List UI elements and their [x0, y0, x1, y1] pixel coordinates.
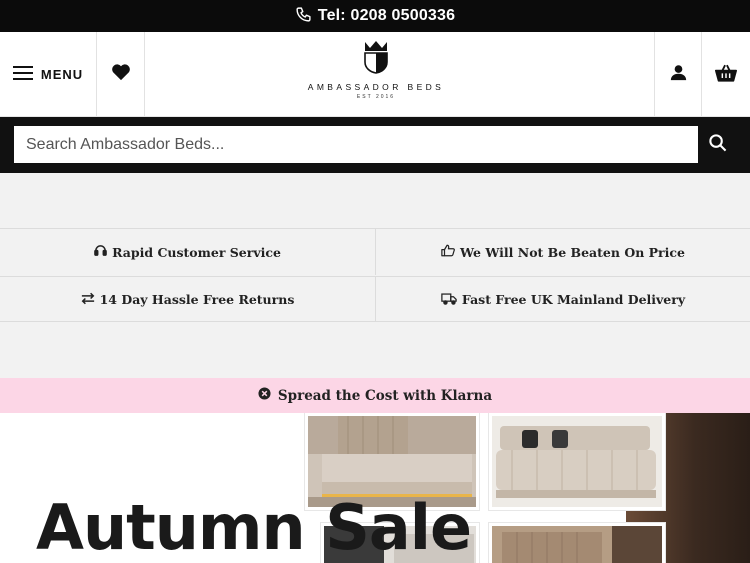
menu-label: MENU: [40, 66, 84, 82]
usp-label: Rapid Customer Service: [112, 244, 281, 260]
hamburger-icon: [12, 65, 33, 84]
usp-label: We Will Not Be Beaten On Price: [460, 244, 685, 260]
usp-item: Rapid Customer Service: [0, 229, 375, 275]
logo-name: AMBASSADOR BEDS: [307, 82, 445, 92]
usp-section: Rapid Customer Service We Will Not Be Be…: [0, 173, 750, 378]
search-bar: [0, 117, 750, 173]
crown-shield-icon: [363, 40, 389, 78]
heart-icon: [111, 63, 131, 85]
hero-banner[interactable]: Autumn Sale: [0, 413, 750, 563]
basket-button[interactable]: [701, 32, 750, 116]
usp-grid: Rapid Customer Service We Will Not Be Be…: [0, 228, 750, 322]
site-header: MENU AMBASSADOR BEDS EST 2016: [0, 32, 750, 117]
search-input[interactable]: [14, 126, 698, 163]
klarna-badge-icon: [258, 387, 271, 404]
top-phone-bar: Tel: 0208 0500336: [0, 0, 750, 32]
phone-icon: [295, 6, 312, 27]
menu-button[interactable]: MENU: [0, 32, 97, 116]
headset-icon: [94, 244, 107, 260]
usp-item: 14 Day Hassle Free Returns: [0, 276, 375, 322]
thumbs-up-icon: [441, 244, 455, 260]
headboard-product-image: [492, 526, 662, 563]
exchange-icon: [81, 292, 95, 308]
usp-label: 14 Day Hassle Free Returns: [99, 292, 295, 307]
hero-title: Autumn Sale: [36, 491, 472, 563]
usp-label: Fast Free UK Mainland Delivery: [461, 292, 686, 307]
product-tile[interactable]: [489, 523, 665, 563]
klarna-banner[interactable]: Spread the Cost with Klarna: [0, 378, 750, 413]
truck-icon: [441, 292, 457, 308]
usp-item: We Will Not Be Beaten On Price: [375, 229, 750, 275]
search-icon: [708, 133, 727, 156]
user-icon: [670, 64, 687, 85]
klarna-label: Spread the Cost with Klarna: [277, 387, 493, 404]
search-button[interactable]: [698, 126, 736, 163]
site-logo[interactable]: AMBASSADOR BEDS EST 2016: [296, 40, 456, 112]
account-button[interactable]: [654, 32, 701, 116]
usp-item: Fast Free UK Mainland Delivery: [375, 276, 750, 322]
basket-icon: [715, 63, 737, 86]
sofa-product-image: [492, 416, 662, 507]
phone-link[interactable]: Tel: 0208 0500336: [318, 7, 455, 25]
product-tile[interactable]: [489, 413, 665, 510]
logo-est: EST 2016: [356, 94, 396, 100]
wishlist-button[interactable]: [97, 32, 145, 116]
